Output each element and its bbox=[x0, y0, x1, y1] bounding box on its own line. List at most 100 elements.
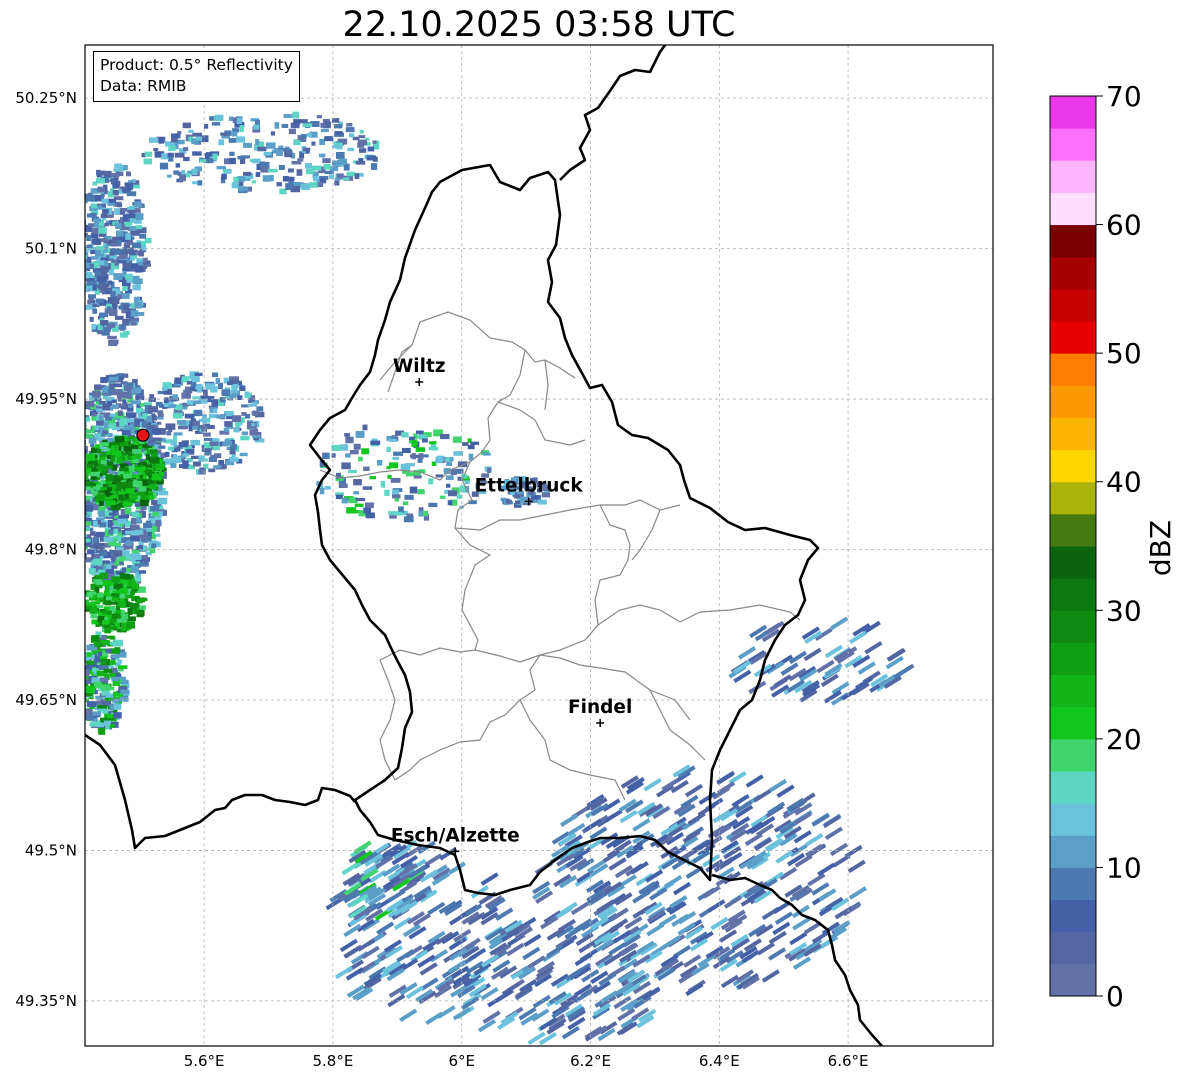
echo-cell bbox=[96, 494, 105, 501]
echo-cell bbox=[78, 497, 83, 501]
echo-cell bbox=[447, 500, 453, 506]
echo-cell bbox=[90, 468, 99, 472]
echo-cell bbox=[110, 291, 116, 297]
echo-cell bbox=[411, 440, 418, 447]
echo-cell bbox=[251, 423, 256, 427]
echo-cell bbox=[102, 580, 112, 587]
echo-cell bbox=[238, 176, 246, 182]
echo-cell bbox=[92, 181, 98, 186]
echo-cell bbox=[138, 471, 144, 475]
echo-cell bbox=[86, 194, 95, 202]
echo-cell bbox=[448, 490, 458, 497]
echo-cell bbox=[124, 507, 132, 515]
echo-cell bbox=[104, 222, 109, 227]
echo-cell bbox=[89, 212, 97, 218]
lat-tick-label: 50.25°N bbox=[15, 89, 77, 107]
echo-cell bbox=[130, 566, 140, 573]
echo-cell bbox=[98, 227, 107, 234]
echo-cell bbox=[85, 479, 86, 484]
echo-cell bbox=[100, 238, 108, 242]
echo-cell bbox=[88, 568, 96, 575]
echo-cell bbox=[106, 487, 113, 492]
echo-cell bbox=[121, 250, 130, 254]
echo-cell bbox=[132, 284, 141, 291]
echo-cell bbox=[89, 316, 94, 322]
echo-cell bbox=[324, 486, 331, 490]
echo-cell bbox=[219, 397, 226, 403]
echo-cell bbox=[182, 460, 189, 467]
echo-cell bbox=[110, 660, 116, 665]
echo-cell bbox=[91, 635, 100, 642]
echo-cell bbox=[415, 447, 426, 452]
echo-cell bbox=[239, 452, 248, 457]
echo-cell bbox=[70, 469, 75, 474]
echo-cell bbox=[386, 446, 391, 453]
echo-cell bbox=[119, 696, 129, 702]
echo-cell bbox=[117, 518, 127, 524]
echo-cell bbox=[201, 135, 209, 143]
echo-cell bbox=[113, 383, 123, 388]
echo-cell bbox=[130, 400, 141, 405]
echo-cell bbox=[91, 323, 96, 330]
echo-cell bbox=[313, 175, 319, 182]
echo-cell bbox=[349, 449, 359, 455]
echo-cell bbox=[110, 641, 118, 646]
echo-cell bbox=[145, 464, 153, 468]
echo-cell bbox=[256, 406, 264, 412]
echo-cell bbox=[114, 436, 125, 443]
echo-cell bbox=[130, 321, 137, 326]
echo-cell bbox=[134, 301, 142, 309]
echo-cell bbox=[93, 218, 102, 222]
echo-cell bbox=[108, 512, 117, 516]
echo-cell bbox=[124, 373, 129, 378]
echo-cell bbox=[428, 502, 438, 508]
echo-cell bbox=[243, 142, 253, 148]
echo-cell bbox=[99, 266, 110, 270]
echo-cell bbox=[247, 403, 253, 407]
echo-cell bbox=[77, 473, 83, 479]
echo-cell bbox=[417, 434, 428, 439]
echo-cell bbox=[380, 480, 386, 488]
echo-cell bbox=[355, 430, 365, 438]
echo-cell bbox=[74, 442, 81, 449]
echo-cell bbox=[252, 434, 261, 439]
echo-cell bbox=[182, 453, 190, 457]
echo-cell bbox=[197, 180, 203, 186]
echo-cell bbox=[231, 131, 238, 137]
lat-tick-label: 49.35°N bbox=[15, 992, 77, 1010]
echo-cell bbox=[94, 425, 100, 431]
echo-cell bbox=[285, 183, 294, 191]
echo-cell bbox=[106, 400, 113, 407]
echo-cell bbox=[105, 500, 116, 506]
longitude-tick-labels: 5.6°E 5.8°E 6°E 6.2°E 6.4°E 6.6°E bbox=[184, 1052, 869, 1070]
echo-cell bbox=[252, 158, 261, 164]
echo-cell bbox=[388, 438, 397, 442]
echo-cell bbox=[276, 182, 283, 187]
echo-cell bbox=[190, 455, 200, 460]
echo-cell bbox=[85, 433, 93, 439]
echo-cell bbox=[139, 605, 146, 610]
echo-cell bbox=[103, 668, 113, 673]
echo-cell bbox=[435, 474, 444, 478]
echo-cell bbox=[146, 425, 155, 429]
echo-cell bbox=[85, 271, 93, 278]
echo-cell bbox=[98, 510, 106, 517]
echo-cell bbox=[104, 261, 109, 267]
echo-cell bbox=[238, 181, 244, 187]
echo-cell bbox=[75, 474, 81, 478]
echo-cell bbox=[94, 444, 100, 449]
echo-cell bbox=[131, 474, 140, 478]
echo-cell bbox=[332, 145, 342, 149]
echo-cell bbox=[122, 262, 131, 269]
echo-cell bbox=[106, 323, 116, 328]
echo-cell bbox=[105, 693, 115, 698]
echo-cell bbox=[172, 412, 183, 419]
echo-cell bbox=[101, 684, 111, 691]
echo-cell bbox=[331, 453, 336, 458]
echo-cell bbox=[408, 436, 415, 441]
echo-cell bbox=[92, 711, 102, 716]
echo-cell bbox=[263, 151, 272, 156]
echo-cell bbox=[300, 134, 307, 139]
echo-cell bbox=[102, 620, 110, 625]
echo-cell bbox=[358, 148, 367, 153]
